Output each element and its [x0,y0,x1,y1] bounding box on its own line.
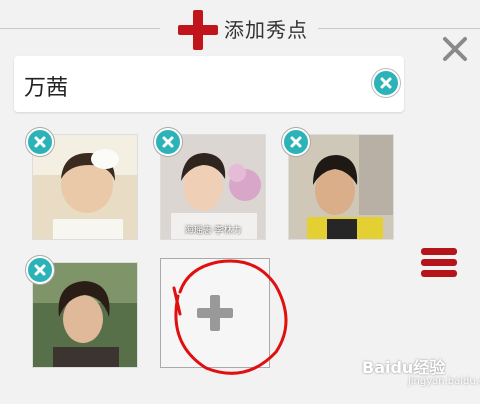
header: 添加秀点 [0,0,480,61]
close-icon[interactable] [440,34,470,64]
menu-bar [421,259,457,266]
close-icon [290,136,302,148]
hamburger-menu-icon[interactable] [418,246,460,278]
plus-icon [178,10,218,50]
close-icon [162,136,174,148]
add-photo-button[interactable] [160,258,270,368]
name-field[interactable]: 万茜 [14,56,404,112]
name-field-value[interactable]: 万茜 [24,70,68,102]
menu-bar [421,248,457,255]
photo-caption: 海瑶志·李林力 [184,226,242,236]
remove-photo-button[interactable] [154,128,182,156]
divider [0,28,160,29]
menu-bar [421,270,457,277]
remove-photo-button[interactable] [26,256,54,284]
clear-button[interactable] [372,69,400,97]
divider [318,28,480,29]
remove-photo-button[interactable] [282,128,310,156]
clear-icon [380,77,392,89]
plus-icon [197,295,233,331]
remove-photo-button[interactable] [26,128,54,156]
close-icon [34,136,46,148]
watermark: Baidu经验 [362,358,446,377]
page-title: 添加秀点 [224,18,308,42]
close-icon [34,264,46,276]
watermark-url: jingyan.baidu.com [408,376,480,387]
